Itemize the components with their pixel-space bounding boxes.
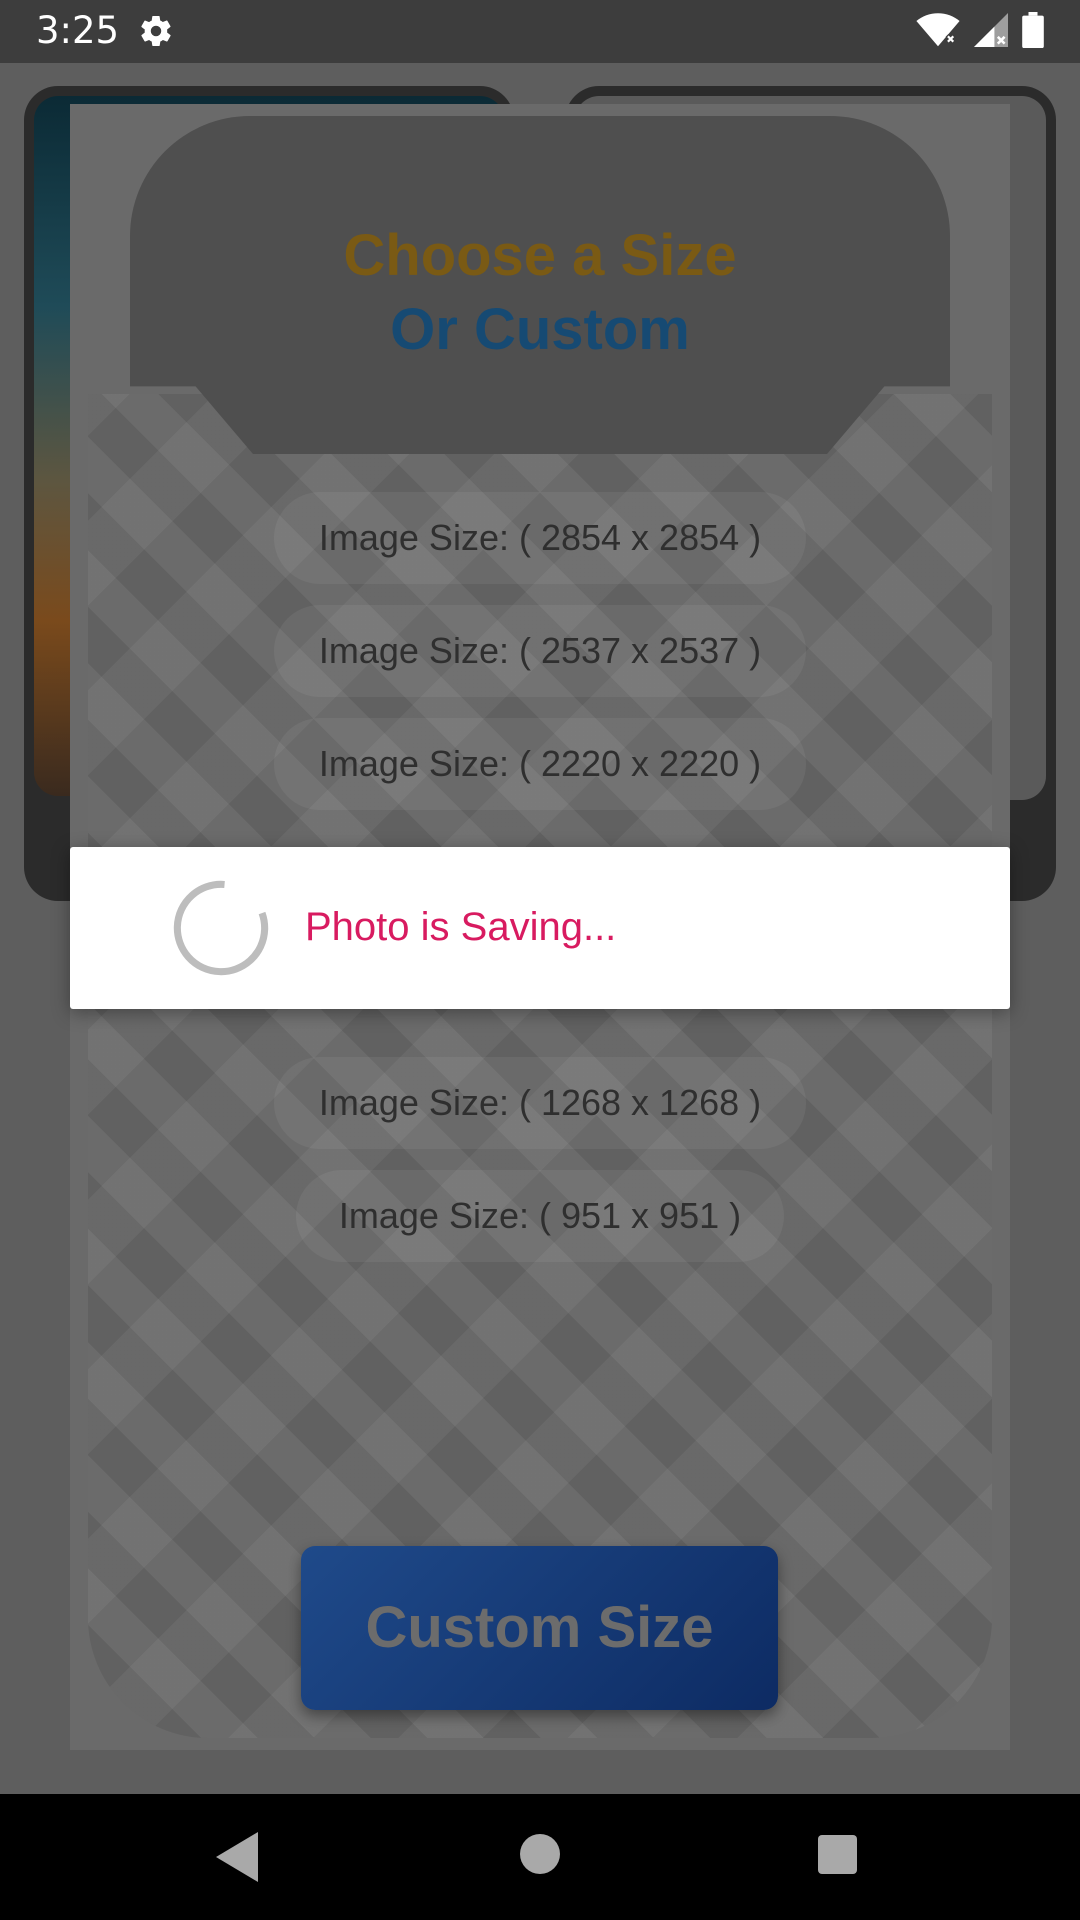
battery-icon xyxy=(1022,12,1044,48)
size-option[interactable]: Image Size: ( 2220 x 2220 ) xyxy=(274,718,806,810)
status-icons xyxy=(916,12,1044,48)
home-icon[interactable] xyxy=(520,1834,560,1874)
wifi-icon xyxy=(916,13,960,47)
size-option[interactable]: Image Size: ( 2537 x 2537 ) xyxy=(274,605,806,697)
status-time: 3:25 xyxy=(36,9,120,52)
gear-icon xyxy=(141,15,171,47)
custom-size-button[interactable]: Custom Size xyxy=(301,1546,778,1710)
sheet-title-line1: Choose a Size xyxy=(343,223,737,288)
loading-spinner-icon xyxy=(173,880,269,976)
navigation-bar xyxy=(0,1794,1080,1920)
status-bar: 3:25 xyxy=(0,0,1080,63)
sheet-title-line2: Or Custom xyxy=(390,297,690,362)
signal-icon xyxy=(974,13,1008,47)
back-icon[interactable] xyxy=(216,1832,260,1882)
size-option[interactable]: Image Size: ( 2854 x 2854 ) xyxy=(274,492,806,584)
recents-icon[interactable] xyxy=(818,1835,857,1874)
size-option[interactable]: Image Size: ( 1268 x 1268 ) xyxy=(274,1057,806,1149)
dialog-message: Photo is Saving... xyxy=(305,905,617,949)
size-option[interactable]: Image Size: ( 951 x 951 ) xyxy=(296,1170,784,1262)
saving-progress-dialog: Photo is Saving... xyxy=(70,847,1010,1009)
